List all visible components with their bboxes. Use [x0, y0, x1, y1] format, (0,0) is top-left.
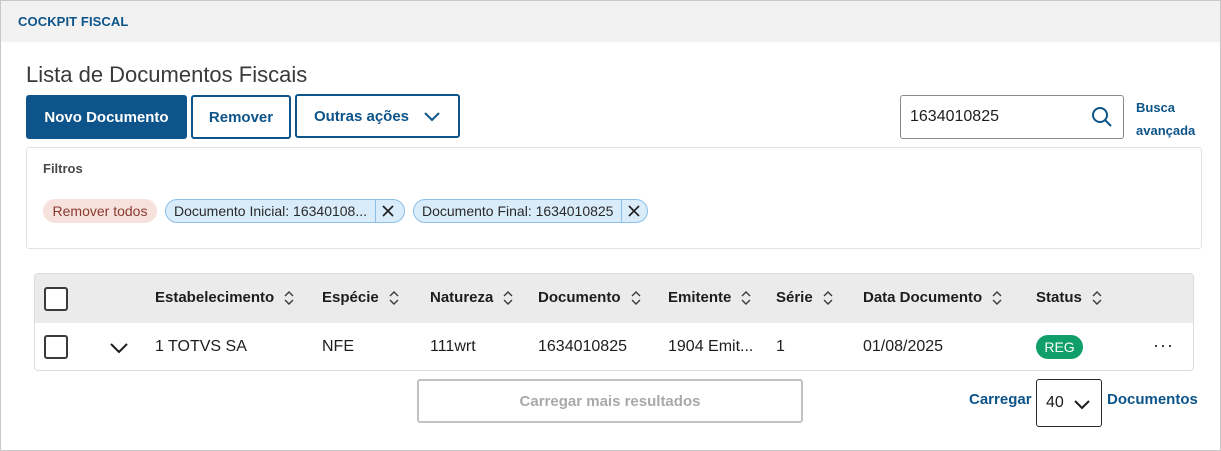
table-row[interactable]: 1 TOTVS SA NFE 111wrt 1634010825 1904 Em… — [35, 323, 1193, 370]
filters-label: Filtros — [43, 161, 83, 176]
column-header-status[interactable]: Status — [1036, 289, 1102, 306]
remove-all-label: Remover todos — [52, 203, 148, 219]
documents-label: Documentos — [1107, 391, 1198, 408]
new-document-label: Novo Documento — [44, 108, 169, 126]
column-header-emitente[interactable]: Emitente — [668, 289, 751, 306]
search-box — [900, 95, 1124, 139]
new-document-button[interactable]: Novo Documento — [26, 95, 187, 139]
page-title: Lista de Documentos Fiscais — [26, 62, 308, 87]
cell-especie: NFE — [322, 338, 354, 355]
remove-label: Remover — [208, 108, 274, 126]
filter-tag-label: Documento Inicial: 16340108... — [174, 203, 368, 219]
column-header-label: Espécie — [322, 289, 379, 306]
select-all-checkbox[interactable] — [44, 287, 68, 311]
chevron-down-icon[interactable] — [109, 339, 129, 357]
column-header-estabelecimento[interactable]: Estabelecimento — [155, 289, 294, 306]
cell-serie: 1 — [776, 338, 785, 355]
advanced-search-link[interactable]: Busca avançada — [1136, 96, 1206, 142]
sort-icon — [823, 290, 833, 305]
sort-icon — [631, 290, 640, 305]
sort-icon — [389, 290, 399, 305]
column-header-label: Emitente — [668, 289, 732, 306]
remove-all-filters-button[interactable]: Remover todos — [43, 199, 157, 223]
more-horizontal-icon[interactable]: ··· — [1153, 335, 1174, 356]
page-size-select[interactable]: 40 — [1036, 379, 1102, 427]
column-header-label: Série — [776, 289, 813, 306]
remove-button[interactable]: Remover — [191, 95, 291, 139]
load-label: Carregar — [969, 391, 1032, 408]
close-icon[interactable] — [622, 200, 646, 222]
sort-icon — [284, 290, 294, 305]
column-header-documento[interactable]: Documento — [538, 289, 641, 306]
cell-estabelecimento: 1 TOTVS SA — [155, 338, 247, 355]
top-bar: COCKPIT FISCAL — [1, 0, 1220, 42]
breadcrumb[interactable]: COCKPIT FISCAL — [18, 14, 128, 29]
column-header-data-documento[interactable]: Data Documento — [863, 289, 1002, 306]
filter-tag-start-document: Documento Inicial: 16340108... — [165, 199, 405, 223]
table-header: Estabelecimento Espécie Natureza Documen… — [35, 274, 1193, 323]
column-header-serie[interactable]: Série — [776, 289, 833, 306]
sort-icon — [741, 290, 751, 305]
cell-natureza: 111wrt — [430, 338, 476, 355]
advanced-search-label-2: avançada — [1136, 123, 1196, 138]
filters-panel: Filtros Remover todos Documento Inicial:… — [26, 147, 1202, 249]
column-header-label: Data Documento — [863, 289, 983, 306]
column-header-especie[interactable]: Espécie — [322, 289, 399, 306]
status-badge: REG — [1036, 335, 1083, 359]
sort-icon — [992, 290, 1002, 305]
search-input[interactable] — [910, 107, 1080, 127]
cell-data-documento: 01/08/2025 — [863, 338, 944, 355]
row-checkbox[interactable] — [44, 335, 68, 359]
advanced-search-label-1: Busca — [1136, 100, 1176, 115]
column-header-label: Status — [1036, 289, 1082, 306]
cell-documento: 1634010825 — [538, 338, 627, 355]
load-more-button[interactable]: Carregar mais resultados — [417, 379, 803, 423]
documents-table: Estabelecimento Espécie Natureza Documen… — [34, 273, 1194, 371]
close-icon[interactable] — [376, 200, 400, 222]
sort-icon — [1092, 290, 1102, 305]
column-header-natureza[interactable]: Natureza — [430, 289, 513, 306]
filter-tag-end-document: Documento Final: 1634010825 — [413, 199, 648, 223]
chevron-down-icon — [1074, 400, 1090, 410]
sort-icon — [503, 290, 513, 305]
column-header-label: Natureza — [430, 289, 494, 306]
load-more-label: Carregar mais resultados — [519, 392, 701, 410]
filter-tag-label: Documento Final: 1634010825 — [422, 203, 614, 219]
other-actions-button[interactable]: Outras ações — [295, 94, 460, 138]
search-icon[interactable] — [1091, 106, 1113, 128]
column-header-label: Documento — [538, 289, 621, 306]
other-actions-label: Outras ações — [313, 107, 410, 125]
page-size-value: 40 — [1046, 394, 1064, 411]
cell-emitente: 1904 Emit... — [668, 338, 754, 355]
chevron-down-icon — [424, 112, 440, 122]
column-header-label: Estabelecimento — [155, 289, 275, 306]
